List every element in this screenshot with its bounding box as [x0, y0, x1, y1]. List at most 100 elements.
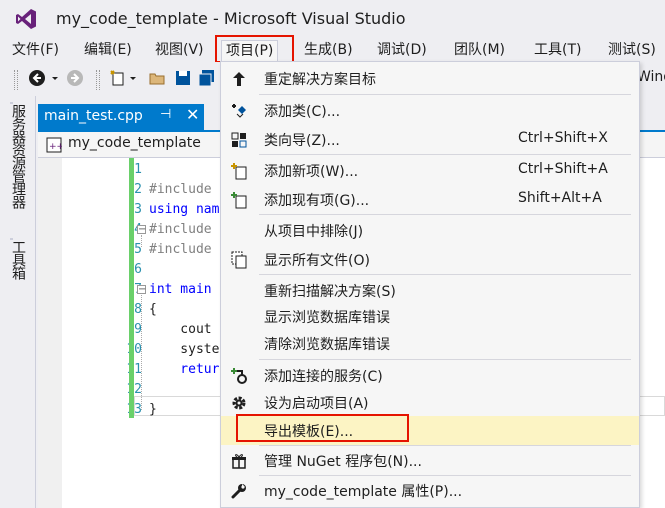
- menu-item-add-class[interactable]: 添加类(C)...: [221, 96, 639, 125]
- add-class-icon: [230, 102, 248, 120]
- class-wizard-icon: [230, 131, 248, 149]
- editor-gutter: [38, 158, 62, 508]
- menu-item-label: 重新扫描解决方案(S): [264, 284, 396, 300]
- project-menu-dropdown: 重定解决方案目标 添加类(C)... 类向导(Z)... Ctrl+Shift+…: [220, 61, 640, 508]
- show-all-files-icon: [230, 251, 248, 269]
- menu-bar: 文件(F) 编辑(E) 视图(V) 项目(P) 生成(B) 调试(D) 团队(M…: [0, 38, 665, 62]
- menu-team[interactable]: 团队(M): [450, 40, 509, 62]
- menu-item-label: 添加现有项(G)...: [264, 193, 370, 209]
- code-lines: #include using nam #include #include int…: [149, 160, 219, 420]
- cpp-project-icon: ++: [46, 137, 62, 153]
- visual-studio-logo-icon: [16, 9, 36, 29]
- menu-item-shortcut: Shift+Alt+A: [518, 190, 602, 206]
- menu-test[interactable]: 测试(S): [604, 40, 660, 62]
- menu-separator: [259, 274, 631, 275]
- menu-item-set-startup-project[interactable]: 设为启动项目(A): [221, 388, 639, 417]
- save-icon[interactable]: [174, 69, 192, 87]
- arrow-up-icon: [230, 70, 248, 88]
- toolbar-grip[interactable]: [14, 70, 18, 90]
- menu-edit[interactable]: 编辑(E): [80, 40, 136, 62]
- pin-icon[interactable]: ⊣: [160, 107, 171, 122]
- editor-tab-label: main_test.cpp: [44, 108, 143, 124]
- menu-item-label: 添加类(C)...: [264, 104, 341, 120]
- menu-tools[interactable]: 工具(T): [530, 40, 585, 62]
- toolbox-tab[interactable]: 工具箱: [8, 240, 28, 300]
- menu-item-label: my_code_template 属性(P)...: [264, 484, 463, 500]
- toolbar-partial-label[interactable]: Wind: [637, 69, 665, 85]
- menu-separator: [259, 359, 631, 360]
- back-dropdown-icon[interactable]: [50, 69, 60, 87]
- menu-separator: [259, 94, 631, 95]
- menu-item-rescan-solution[interactable]: 重新扫描解决方案(S): [221, 276, 639, 305]
- menu-item-add-new-item[interactable]: 添加新项(W)... Ctrl+Shift+A: [221, 156, 639, 185]
- close-icon[interactable]: ✕: [186, 105, 199, 124]
- add-existing-item-icon: [230, 191, 248, 209]
- menu-item-label: 清除浏览数据库错误: [264, 337, 390, 353]
- menu-item-label: 导出模板(E)...: [264, 424, 354, 440]
- code-line: syste: [149, 342, 220, 357]
- menu-item-label: 显示所有文件(O): [264, 253, 370, 269]
- menu-item-shortcut: Ctrl+Shift+A: [518, 161, 608, 177]
- svg-text:++: ++: [49, 142, 62, 152]
- menu-item-show-all-files[interactable]: 显示所有文件(O): [221, 245, 639, 274]
- side-rail: 服务器资源管理器 工具箱: [0, 96, 36, 508]
- menu-item-label: 重定解决方案目标: [264, 72, 376, 88]
- server-explorer-tab[interactable]: 服务器资源管理器: [8, 104, 28, 254]
- code-line: int main: [149, 282, 212, 297]
- menu-item-label: 类向导(Z)...: [264, 133, 340, 149]
- window-title: my_code_template - Microsoft Visual Stud…: [56, 9, 406, 28]
- code-line: #include: [149, 242, 212, 257]
- save-all-icon[interactable]: [198, 69, 216, 87]
- menu-item-clear-browse-db-errors[interactable]: 清除浏览数据库错误: [221, 329, 639, 358]
- menu-item-add-connected-service[interactable]: 添加连接的服务(C): [221, 361, 639, 390]
- add-new-item-icon: [230, 162, 248, 180]
- menu-view[interactable]: 视图(V): [151, 40, 208, 62]
- nuget-icon: [230, 452, 248, 470]
- menu-item-show-browse-db-errors[interactable]: 显示浏览数据库错误: [221, 302, 639, 331]
- connected-service-icon: [230, 367, 248, 385]
- menu-item-retarget-solution[interactable]: 重定解决方案目标: [221, 64, 639, 93]
- menu-project[interactable]: 项目(P): [221, 40, 279, 62]
- gear-icon: [230, 394, 248, 412]
- menu-item-label: 管理 NuGet 程序包(N)...: [264, 454, 422, 470]
- code-line: #include: [149, 222, 212, 237]
- collapse-main-icon[interactable]: −: [137, 285, 146, 295]
- menu-build[interactable]: 生成(B): [300, 40, 357, 62]
- new-project-icon[interactable]: [108, 69, 126, 87]
- menu-item-shortcut: Ctrl+Shift+X: [518, 130, 608, 146]
- menu-debug[interactable]: 调试(D): [373, 40, 431, 62]
- menu-item-exclude-from-project[interactable]: 从项目中排除(J): [221, 216, 639, 245]
- code-line: retur: [149, 362, 220, 377]
- forward-icon[interactable]: [66, 69, 84, 87]
- change-indicator-bar: [129, 158, 134, 418]
- title-bar: my_code_template - Microsoft Visual Stud…: [0, 0, 665, 38]
- menu-item-project-properties[interactable]: my_code_template 属性(P)...: [221, 476, 639, 505]
- back-icon[interactable]: [28, 69, 46, 87]
- menu-item-label: 从项目中排除(J): [264, 224, 364, 240]
- wrench-icon: [230, 482, 248, 500]
- code-line: }: [149, 402, 157, 417]
- toolbar-separator: [96, 70, 100, 90]
- open-folder-icon[interactable]: [148, 69, 166, 87]
- menu-separator: [259, 154, 631, 155]
- collapse-include-icon[interactable]: −: [137, 225, 146, 235]
- menu-item-manage-nuget[interactable]: 管理 NuGet 程序包(N)...: [221, 446, 639, 475]
- menu-file[interactable]: 文件(F): [8, 40, 63, 62]
- code-line: using nam: [149, 202, 220, 217]
- code-line: cout: [149, 322, 212, 337]
- editor-tab-main-test[interactable]: main_test.cpp ⊣ ✕: [38, 104, 204, 130]
- menu-item-class-wizard[interactable]: 类向导(Z)... Ctrl+Shift+X: [221, 125, 639, 154]
- menu-separator: [259, 214, 631, 215]
- menu-item-add-existing-item[interactable]: 添加现有项(G)... Shift+Alt+A: [221, 185, 639, 214]
- outline-guide: [141, 235, 142, 247]
- menu-item-label: 显示浏览数据库错误: [264, 310, 390, 326]
- code-line: #include: [149, 182, 212, 197]
- navbar-project-name: my_code_template: [68, 135, 201, 151]
- new-project-dropdown-icon[interactable]: [128, 69, 138, 87]
- menu-item-label: 添加新项(W)...: [264, 164, 359, 180]
- menu-item-label: 设为启动项目(A): [264, 396, 369, 412]
- outline-guide: [141, 295, 142, 410]
- menu-item-export-template[interactable]: 导出模板(E)...: [221, 416, 639, 445]
